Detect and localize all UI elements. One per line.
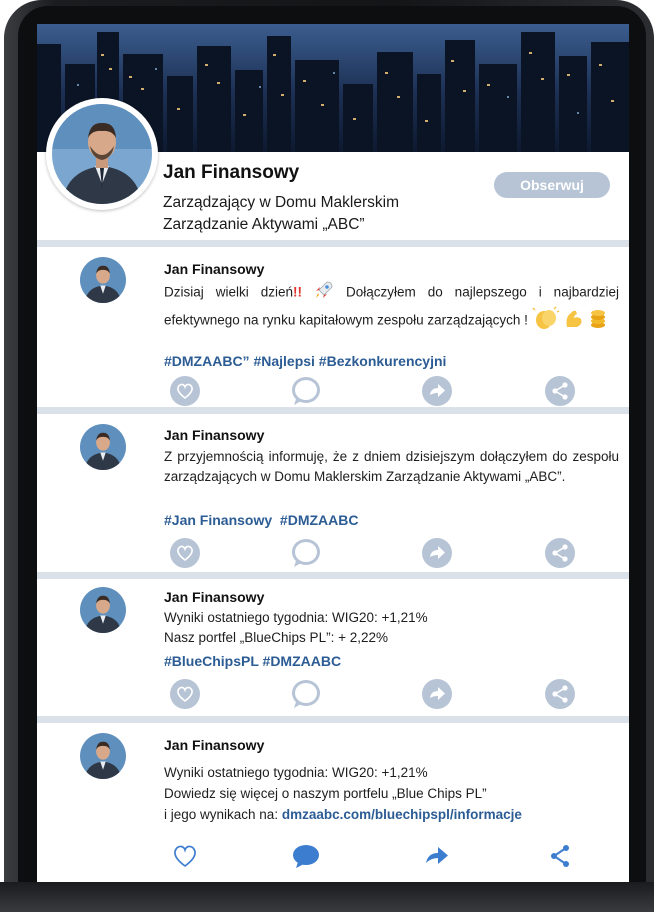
share-network-icon[interactable] [544,375,576,407]
post-author: Jan Finansowy [164,261,265,277]
divider [37,240,629,247]
share-network-icon[interactable] [544,678,576,710]
post-text-line: Nasz portfel „BlueChips PL”: + 2,22% [164,630,388,645]
heart-icon[interactable] [169,840,201,872]
coins-icon [589,307,607,335]
post-author: Jan Finansowy [164,737,265,753]
post-text-line: i jego wynikach na: dmzaabc.com/bluechip… [164,805,619,825]
comment-icon[interactable] [290,678,322,710]
profile-role: Zarządzający w Domu Maklerskim Zarządzan… [163,194,399,233]
comment-icon[interactable] [290,840,322,872]
post-text-part: i jego wynikach na: [164,807,282,822]
post-author: Jan Finansowy [164,589,265,605]
feed-post: Jan Finansowy Wyniki ostatniego tygodnia… [37,579,629,714]
post-actions [37,537,629,571]
rocket-icon [314,280,334,306]
share-network-icon[interactable] [544,840,576,872]
flexed-biceps-icon [563,307,585,335]
post-author: Jan Finansowy [164,427,265,443]
post-text: Z przyjemnością informuję, że z dniem dz… [164,449,619,484]
post-link[interactable]: dmzaabc.com/bluechipspl/informacje [282,807,522,822]
post-hashtags[interactable]: #Jan Finansowy #DMZAABC [164,512,358,528]
tablet-bottom-edge [0,882,654,912]
post-hashtags[interactable]: #DMZAABC” #Najlepsi #Bezkonkurencyjni [164,353,446,369]
comment-icon[interactable] [290,537,322,569]
post-text: Dzisiaj wielki dzień!! Dołączyłem do naj… [164,280,619,336]
profile-avatar[interactable] [46,98,158,210]
feed-post: Jan Finansowy Wyniki ostatniego tygodnia… [37,723,629,881]
share-arrow-icon[interactable] [421,375,453,407]
heart-icon[interactable] [169,678,201,710]
post-text-line: Wyniki ostatniego tygodnia: WIG20: +1,21… [164,765,428,780]
share-arrow-icon[interactable] [421,840,453,872]
post-actions [37,375,629,409]
share-network-icon[interactable] [544,537,576,569]
post-avatar[interactable] [80,257,126,303]
post-text-line: Dowiedz się więcej o naszym portfelu „Bl… [164,786,487,801]
post-avatar[interactable] [80,587,126,633]
heart-icon[interactable] [169,537,201,569]
post-avatar[interactable] [80,733,126,779]
clapping-hands-icon [532,306,560,336]
post-text-part: Dzisiaj wielki dzień [164,284,293,300]
screen: Jan Finansowy Zarządzający w Domu Makler… [37,24,629,882]
post-avatar[interactable] [80,424,126,470]
divider [37,407,629,414]
share-arrow-icon[interactable] [421,537,453,569]
post-text-line: Wyniki ostatniego tygodnia: WIG20: +1,21… [164,610,428,625]
share-arrow-icon[interactable] [421,678,453,710]
exclamation-marks: !! [292,284,302,300]
feed-post: Jan Finansowy Dzisiaj wielki dzień!! Doł… [37,247,629,406]
post-actions [37,678,629,712]
follow-button[interactable]: Obserwuj [494,172,610,198]
heart-icon[interactable] [169,375,201,407]
comment-icon[interactable] [290,375,322,407]
profile-name: Jan Finansowy [163,162,300,183]
post-actions [37,840,629,874]
post-hashtags[interactable]: #BlueChipsPL #DMZAABC [164,653,341,669]
divider [37,572,629,579]
feed-post: Jan Finansowy Z przyjemnością informuję,… [37,414,629,572]
divider [37,716,629,723]
